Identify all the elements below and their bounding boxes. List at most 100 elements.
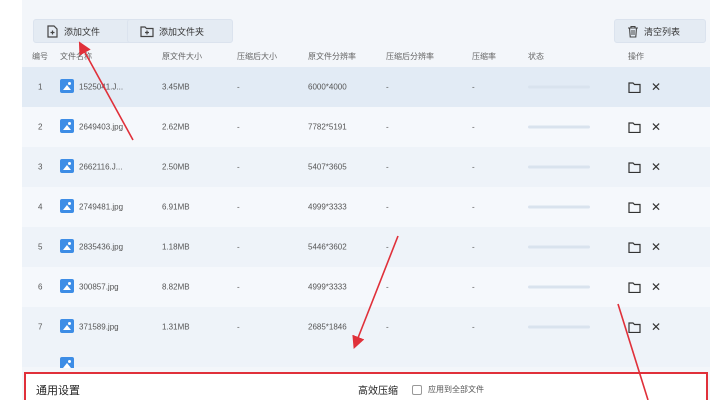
row-filename: 2835436.jpg — [79, 242, 124, 252]
row-filename: 371589.jpg — [79, 322, 119, 332]
table-row[interactable]: 5 2835436.jpg 1.18MB - 5446*3602 - - ✕ — [22, 227, 710, 267]
header-orig-size: 原文件大小 — [162, 51, 202, 61]
row-ratio: - — [472, 242, 475, 252]
row-orig-res: 7782*5191 — [308, 122, 347, 132]
image-file-icon — [60, 119, 74, 133]
table-row[interactable]: 6 300857.jpg 8.82MB - 4999*3333 - - ✕ — [22, 267, 710, 307]
header-actions: 操作 — [628, 51, 644, 61]
status-progress-bar — [528, 205, 590, 209]
row-orig-res: 5446*3602 — [308, 242, 347, 252]
file-table-body: 1 1525041.J... 3.45MB - 6000*4000 - - ✕ … — [22, 67, 710, 347]
table-row[interactable]: 1 1525041.J... 3.45MB - 6000*4000 - - ✕ — [22, 67, 710, 107]
status-progress-bar — [528, 245, 590, 249]
row-filename: 1525041.J... — [79, 82, 124, 92]
add-file-icon — [47, 24, 58, 38]
status-progress-bar — [528, 285, 590, 289]
efficient-compress-section: 高效压缩 应用到全部文件 — [358, 382, 484, 397]
row-comp-size: - — [237, 202, 240, 212]
open-folder-icon[interactable] — [628, 241, 641, 253]
row-comp-res: - — [386, 162, 389, 172]
add-file-button[interactable]: 添加文件 — [33, 19, 137, 43]
add-folder-label: 添加文件夹 — [159, 26, 205, 37]
app-frame: 添加文件 添加文件夹 清空列表 编号 文件名称 原文件大小 压缩后大小 原文件分… — [22, 0, 710, 400]
row-comp-res: - — [386, 322, 389, 332]
remove-icon[interactable]: ✕ — [651, 241, 661, 253]
row-comp-res: - — [386, 242, 389, 252]
remove-icon[interactable]: ✕ — [651, 121, 661, 133]
settings-highlight-box: 通用设置 高效压缩 应用到全部文件 — [24, 372, 708, 400]
row-orig-res: 2685*1846 — [308, 322, 347, 332]
header-comp-res: 压缩后分辨率 — [386, 51, 434, 61]
row-comp-size: - — [237, 162, 240, 172]
remove-icon[interactable]: ✕ — [651, 161, 661, 173]
open-folder-icon[interactable] — [628, 321, 641, 333]
row-filename: 2749481.jpg — [79, 202, 124, 212]
open-folder-icon[interactable] — [628, 281, 641, 293]
open-folder-icon[interactable] — [628, 201, 641, 213]
efficient-compress-title: 高效压缩 — [358, 386, 398, 397]
image-file-icon — [60, 199, 74, 213]
row-index: 1 — [38, 82, 43, 92]
row-index: 4 — [38, 202, 43, 212]
remove-icon[interactable]: ✕ — [651, 201, 661, 213]
apply-all-label: 应用到全部文件 — [428, 385, 484, 394]
header-comp-size: 压缩后大小 — [237, 51, 277, 61]
add-folder-icon — [140, 25, 154, 37]
image-file-icon — [60, 279, 74, 293]
header-filename: 文件名称 — [60, 51, 92, 61]
remove-icon[interactable]: ✕ — [651, 81, 661, 93]
row-orig-size: 8.82MB — [162, 282, 190, 292]
row-ratio: - — [472, 322, 475, 332]
header-status: 状态 — [528, 51, 544, 61]
row-orig-size: 2.50MB — [162, 162, 190, 172]
row-ratio: - — [472, 82, 475, 92]
clear-list-label: 清空列表 — [644, 26, 681, 37]
row-comp-res: - — [386, 122, 389, 132]
row-comp-size: - — [237, 322, 240, 332]
add-file-label: 添加文件 — [64, 26, 101, 37]
row-index: 5 — [38, 242, 43, 252]
row-orig-size: 6.91MB — [162, 202, 190, 212]
table-row[interactable]: 4 2749481.jpg 6.91MB - 4999*3333 - - ✕ — [22, 187, 710, 227]
row-comp-res: - — [386, 202, 389, 212]
remove-icon[interactable]: ✕ — [651, 321, 661, 333]
header-index: 编号 — [32, 51, 48, 61]
header-orig-res: 原文件分辨率 — [308, 51, 356, 61]
table-row[interactable]: 2 2649403.jpg 2.62MB - 7782*5191 - - ✕ — [22, 107, 710, 147]
row-orig-res: 4999*3333 — [308, 282, 347, 292]
apply-all-checkbox[interactable] — [412, 384, 422, 395]
row-orig-size: 1.31MB — [162, 322, 190, 332]
row-comp-res: - — [386, 82, 389, 92]
table-row[interactable]: 3 2662116.J... 2.50MB - 5407*3605 - - ✕ — [22, 147, 710, 187]
image-file-icon — [60, 159, 74, 173]
row-filename: 300857.jpg — [79, 282, 119, 292]
image-file-icon — [60, 319, 74, 333]
row-comp-size: - — [237, 122, 240, 132]
row-comp-size: - — [237, 82, 240, 92]
row-ratio: - — [472, 202, 475, 212]
add-folder-button[interactable]: 添加文件夹 — [127, 19, 233, 43]
open-folder-icon[interactable] — [628, 121, 641, 133]
table-header: 编号 文件名称 原文件大小 压缩后大小 原文件分辨率 压缩后分辨率 压缩率 状态… — [22, 45, 710, 67]
toolbar: 添加文件 添加文件夹 清空列表 — [22, 0, 710, 44]
row-orig-res: 6000*4000 — [308, 82, 347, 92]
row-filename: 2662116.J... — [79, 162, 123, 172]
open-folder-icon[interactable] — [628, 81, 641, 93]
image-file-icon — [60, 239, 74, 253]
remove-icon[interactable]: ✕ — [651, 281, 661, 293]
row-orig-size: 2.62MB — [162, 122, 190, 132]
table-row[interactable]: 7 371589.jpg 1.31MB - 2685*1846 - - ✕ — [22, 307, 710, 347]
header-ratio: 压缩率 — [472, 51, 496, 61]
image-file-icon — [60, 79, 74, 93]
row-comp-size: - — [237, 242, 240, 252]
status-progress-bar — [528, 125, 590, 129]
row-index: 7 — [38, 322, 43, 332]
row-orig-size: 1.18MB — [162, 242, 190, 252]
status-progress-bar — [528, 165, 590, 169]
clear-list-button[interactable]: 清空列表 — [614, 19, 706, 43]
row-orig-size: 3.45MB — [162, 82, 190, 92]
row-comp-size: - — [237, 282, 240, 292]
trash-icon — [628, 25, 638, 38]
open-folder-icon[interactable] — [628, 161, 641, 173]
status-progress-bar — [528, 325, 590, 329]
